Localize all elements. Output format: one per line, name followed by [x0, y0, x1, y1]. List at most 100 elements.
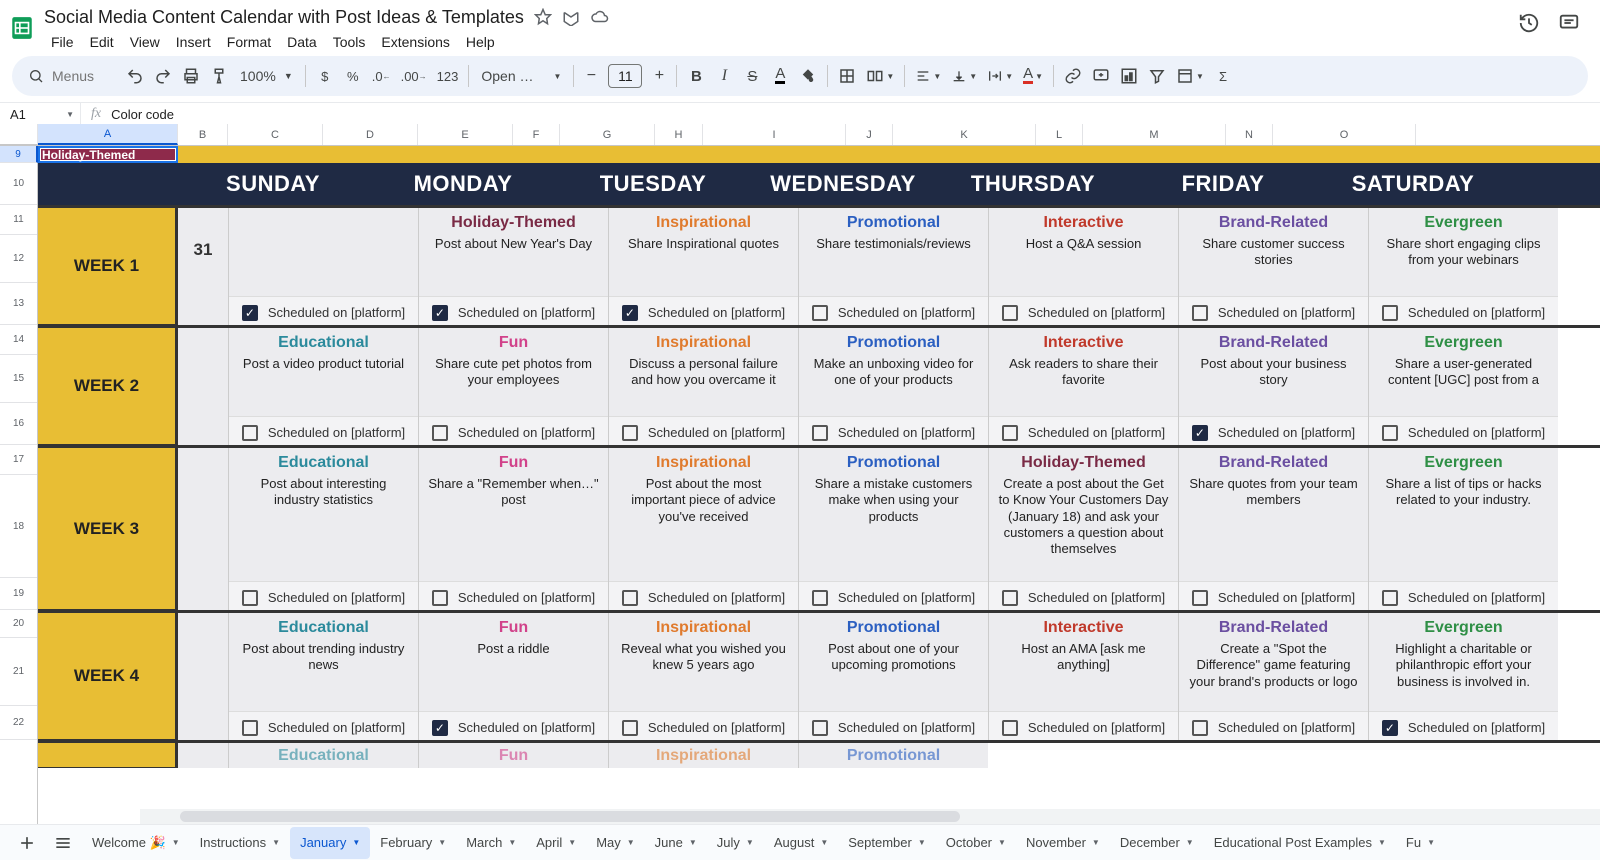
row-header-18[interactable]: 18 [0, 475, 37, 578]
chevron-down-icon[interactable]: ▼ [1186, 838, 1194, 847]
sheet-tab-february[interactable]: February▼ [370, 827, 456, 859]
menu-insert[interactable]: Insert [169, 30, 218, 54]
scheduled-checkbox[interactable] [1002, 425, 1018, 441]
scheduled-checkbox[interactable] [1192, 590, 1208, 606]
row-header-13[interactable]: 13 [0, 283, 37, 325]
scheduled-checkbox[interactable] [1382, 305, 1398, 321]
col-header-H[interactable]: H [655, 124, 703, 145]
chevron-down-icon[interactable]: ▼ [1427, 838, 1435, 847]
chevron-down-icon[interactable]: ▼ [272, 838, 280, 847]
link-button[interactable] [1060, 62, 1086, 90]
scheduled-checkbox[interactable] [1382, 425, 1398, 441]
chevron-down-icon[interactable]: ▼ [1378, 838, 1386, 847]
halign-button[interactable]: ▼ [911, 62, 945, 90]
functions-button[interactable]: Σ [1210, 62, 1236, 90]
doc-title[interactable]: Social Media Content Calendar with Post … [44, 7, 524, 28]
sheet-tab-may[interactable]: May▼ [586, 827, 644, 859]
chart-button[interactable] [1116, 62, 1142, 90]
sheet-tab-august[interactable]: August▼ [764, 827, 838, 859]
select-all-corner[interactable] [0, 124, 38, 145]
undo-button[interactable] [122, 62, 148, 90]
chevron-down-icon[interactable]: ▼ [746, 838, 754, 847]
row-header-10[interactable]: 10 [0, 163, 37, 205]
chevron-down-icon[interactable]: ▼ [998, 838, 1006, 847]
scheduled-checkbox[interactable] [1002, 590, 1018, 606]
cells-area[interactable]: Holiday-ThemedSUNDAYMONDAYTUESDAYWEDNESD… [38, 146, 1600, 824]
menu-format[interactable]: Format [220, 30, 278, 54]
chevron-down-icon[interactable]: ▼ [1092, 838, 1100, 847]
col-header-D[interactable]: D [323, 124, 418, 145]
menu-search-input[interactable] [50, 67, 110, 85]
row-header-17[interactable]: 17 [0, 445, 37, 475]
menu-tools[interactable]: Tools [326, 30, 373, 54]
sheets-logo[interactable] [8, 10, 36, 46]
history-icon[interactable] [1518, 12, 1540, 34]
add-sheet-button[interactable] [10, 829, 44, 857]
menu-file[interactable]: File [44, 30, 81, 54]
row-header-16[interactable]: 16 [0, 403, 37, 445]
scheduled-checkbox[interactable] [812, 590, 828, 606]
sheet-tab-september[interactable]: September▼ [838, 827, 936, 859]
sheet-tab-march[interactable]: March▼ [456, 827, 526, 859]
row-header-19[interactable]: 19 [0, 578, 37, 610]
text-color-button[interactable]: A [767, 62, 793, 90]
all-sheets-button[interactable] [46, 829, 80, 857]
font-size-input[interactable]: 11 [608, 64, 642, 88]
currency-button[interactable]: $ [312, 62, 338, 90]
chevron-down-icon[interactable]: ▼ [508, 838, 516, 847]
menu-help[interactable]: Help [459, 30, 502, 54]
sheet-tab-april[interactable]: April▼ [526, 827, 586, 859]
scheduled-checkbox[interactable] [622, 590, 638, 606]
row-header-15[interactable]: 15 [0, 355, 37, 403]
col-header-J[interactable]: J [846, 124, 893, 145]
zoom-select[interactable]: 100%▼ [234, 68, 299, 84]
row-header-14[interactable]: 14 [0, 325, 37, 355]
redo-button[interactable] [150, 62, 176, 90]
col-header-L[interactable]: L [1036, 124, 1083, 145]
col-header-F[interactable]: F [513, 124, 560, 145]
bold-button[interactable]: B [683, 62, 709, 90]
increase-font-button[interactable]: + [648, 67, 670, 85]
scheduled-checkbox[interactable] [1002, 305, 1018, 321]
sheet-tab-educational-post-examples[interactable]: Educational Post Examples▼ [1204, 827, 1396, 859]
cell-a9-holiday-themed[interactable]: Holiday-Themed [38, 146, 178, 163]
valign-button[interactable]: ▼ [947, 62, 981, 90]
rotate-button[interactable]: A▼ [1019, 62, 1047, 90]
font-select[interactable]: Open …▼ [475, 66, 567, 86]
filter-views-button[interactable]: ▼ [1172, 62, 1208, 90]
wrap-button[interactable]: ▼ [983, 62, 1017, 90]
col-header-I[interactable]: I [703, 124, 846, 145]
chevron-down-icon[interactable]: ▼ [568, 838, 576, 847]
chevron-down-icon[interactable]: ▼ [438, 838, 446, 847]
scheduled-checkbox[interactable]: ✓ [622, 305, 638, 321]
sheet-tab-fu[interactable]: Fu▼ [1396, 827, 1445, 859]
col-header-A[interactable]: A [38, 124, 178, 145]
comments-icon[interactable] [1558, 12, 1580, 34]
horizontal-scrollbar[interactable] [140, 809, 1600, 824]
cloud-icon[interactable] [590, 8, 610, 26]
print-button[interactable] [178, 62, 204, 90]
scheduled-checkbox[interactable] [432, 590, 448, 606]
spreadsheet-grid[interactable]: ABCDEFGHIJKLMNO 910111213141516171819202… [0, 124, 1600, 824]
scheduled-checkbox[interactable] [1192, 305, 1208, 321]
sheet-tab-welcome-[interactable]: Welcome 🎉▼ [82, 827, 190, 859]
scheduled-checkbox[interactable] [1002, 720, 1018, 736]
chevron-down-icon[interactable]: ▼ [172, 838, 180, 847]
scheduled-checkbox[interactable] [1382, 590, 1398, 606]
row-header-21[interactable]: 21 [0, 638, 37, 706]
decrease-decimal-button[interactable]: .0← [368, 62, 395, 90]
row-header-12[interactable]: 12 [0, 235, 37, 283]
row-header-9[interactable]: 9 [0, 146, 38, 163]
col-header-G[interactable]: G [560, 124, 655, 145]
percent-button[interactable]: % [340, 62, 366, 90]
col-header-N[interactable]: N [1226, 124, 1273, 145]
scheduled-checkbox[interactable] [812, 305, 828, 321]
sheet-tab-november[interactable]: November▼ [1016, 827, 1110, 859]
formula-value[interactable]: Color code [111, 107, 174, 122]
col-header-M[interactable]: M [1083, 124, 1226, 145]
menu-search[interactable] [18, 63, 120, 89]
increase-decimal-button[interactable]: .00→ [397, 62, 431, 90]
star-icon[interactable] [534, 8, 552, 26]
name-box[interactable]: A1▼ [0, 107, 80, 122]
scheduled-checkbox[interactable]: ✓ [432, 305, 448, 321]
